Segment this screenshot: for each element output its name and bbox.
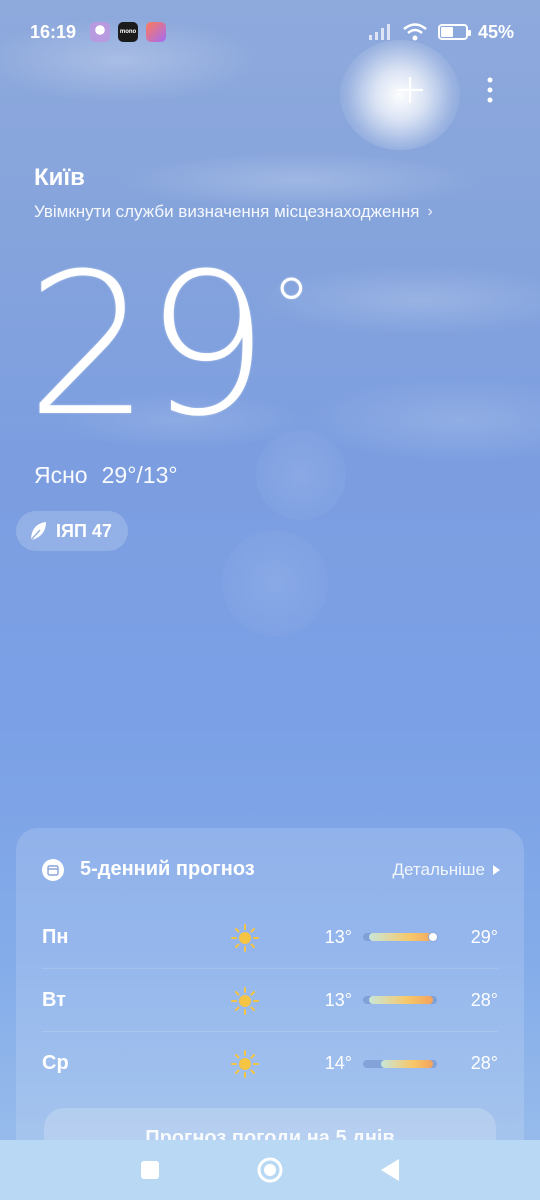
home-circle-icon xyxy=(257,1157,283,1183)
square-icon xyxy=(141,1161,159,1179)
city-name[interactable]: Київ xyxy=(34,164,85,192)
app-icon-3 xyxy=(146,22,167,42)
temp-range-bar xyxy=(363,1059,437,1068)
calendar-icon xyxy=(42,858,64,881)
home-button[interactable] xyxy=(250,1150,290,1190)
triangle-right-icon xyxy=(493,864,500,875)
forecast-list: Пн 13° 29° Вт 13° 28° Ср 14° 28° xyxy=(42,906,498,1095)
temp-range-bar xyxy=(363,932,438,942)
status-indicators: 45% xyxy=(368,22,514,43)
aqi-badge[interactable]: ІЯП 47 xyxy=(16,511,128,551)
forecast-day: Ср xyxy=(42,1052,69,1074)
sun-icon xyxy=(231,987,259,1015)
back-button[interactable] xyxy=(370,1150,410,1190)
back-triangle-icon xyxy=(381,1159,399,1181)
lens-flare xyxy=(222,530,328,636)
forecast-high: 29° xyxy=(470,926,498,947)
temp-range-bar xyxy=(363,996,437,1004)
condition-text: Ясно xyxy=(34,462,88,488)
enable-location-link[interactable]: Увімкнути служби визначення місцезнаходж… xyxy=(34,202,433,222)
more-vertical-icon xyxy=(487,77,493,103)
wifi-icon xyxy=(403,23,427,41)
status-time: 16:19 xyxy=(30,21,77,42)
battery-percent: 45% xyxy=(477,21,514,42)
forecast-title: 5-денний прогноз xyxy=(80,858,255,880)
chevron-right-icon: › xyxy=(427,203,433,220)
status-bar: 16:19 mono 45% xyxy=(0,0,540,64)
sun-icon xyxy=(231,1050,259,1078)
forecast-header: 5-денний прогноз Детальніше xyxy=(42,858,500,881)
mono-app-icon: mono xyxy=(118,22,139,42)
current-temp-value: 29 xyxy=(26,232,269,460)
current-temperature: 29 ° xyxy=(26,248,311,444)
current-temp-dot xyxy=(428,932,438,942)
degree-symbol: ° xyxy=(271,261,312,354)
sun-icon xyxy=(231,924,259,952)
forecast-low: 13° xyxy=(324,926,352,947)
forecast-high: 28° xyxy=(470,1053,498,1073)
system-nav-bar xyxy=(0,1140,540,1200)
more-label: Детальніше xyxy=(392,859,486,879)
top-actions xyxy=(390,70,510,110)
temp-range-fill xyxy=(369,933,437,941)
add-city-button[interactable] xyxy=(390,70,430,110)
temp-range: 29°/13° xyxy=(101,462,178,488)
forecast-day: Пн xyxy=(42,925,69,948)
enable-location-text: Увімкнути служби визначення місцезнаходж… xyxy=(34,202,420,221)
forecast-day: Вт xyxy=(42,988,66,1011)
forecast-row[interactable]: Пн 13° 29° xyxy=(42,906,498,969)
leaf-icon xyxy=(30,522,46,541)
forecast-more-link[interactable]: Детальніше xyxy=(392,859,500,880)
aqi-label: ІЯП 47 xyxy=(56,520,112,541)
battery-icon xyxy=(437,24,471,40)
app-icon-1 xyxy=(90,22,111,42)
recents-button[interactable] xyxy=(130,1150,170,1190)
forecast-row[interactable]: Ср 14° 28° xyxy=(42,1032,498,1095)
forecast-row[interactable]: Вт 13° 28° xyxy=(42,969,498,1032)
forecast-low: 14° xyxy=(324,1053,352,1073)
current-condition: Ясно 29°/13° xyxy=(34,462,178,489)
plus-icon xyxy=(396,76,424,104)
signal-icon xyxy=(368,24,390,40)
temp-range-fill xyxy=(369,996,433,1004)
temp-range-fill xyxy=(381,1059,433,1068)
status-app-icons: mono xyxy=(90,22,167,42)
forecast-high: 28° xyxy=(470,989,498,1010)
more-menu-button[interactable] xyxy=(470,70,510,110)
forecast-low: 13° xyxy=(324,989,352,1010)
